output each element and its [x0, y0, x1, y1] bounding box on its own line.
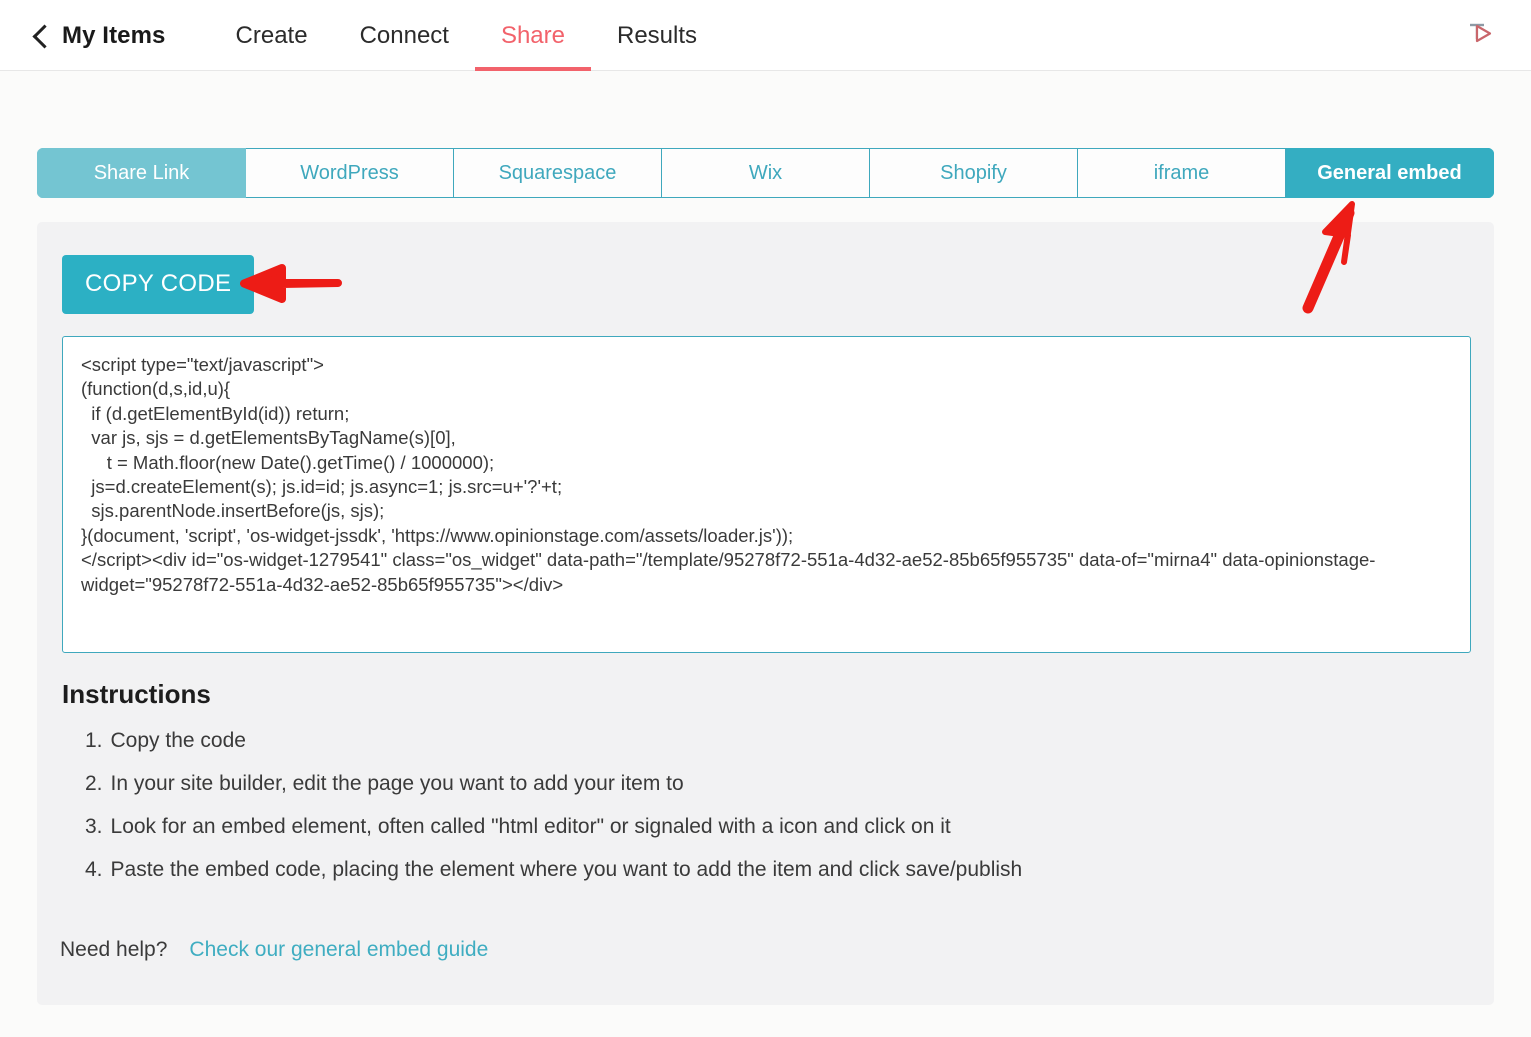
tab-wix[interactable]: Wix: [662, 148, 870, 198]
instruction-step: 4. Paste the embed code, placing the ele…: [85, 859, 1455, 881]
embed-code-text: <script type="text/javascript"> (functio…: [81, 353, 1452, 597]
tab-iframe-label: iframe: [1154, 162, 1210, 185]
help-row: Need help? Check our general embed guide: [60, 938, 488, 962]
tab-general-embed-label: General embed: [1317, 162, 1462, 185]
instruction-step-number: 2.: [85, 773, 103, 795]
instruction-step: 2. In your site builder, edit the page y…: [85, 773, 1455, 795]
instruction-step: 3. Look for an embed element, often call…: [85, 816, 1455, 838]
instruction-step-text: Copy the code: [111, 730, 246, 752]
instruction-step-number: 3.: [85, 816, 103, 838]
pointer-cursor-icon[interactable]: [1463, 17, 1497, 51]
nav-item-create-label: Create: [236, 22, 308, 50]
embed-code-textarea[interactable]: <script type="text/javascript"> (functio…: [62, 336, 1471, 653]
instruction-step-text: Paste the embed code, placing the elemen…: [111, 859, 1023, 881]
tab-general-embed[interactable]: General embed: [1286, 148, 1494, 198]
instructions-list: 1. Copy the code 2. In your site builder…: [85, 730, 1455, 902]
instruction-step: 1. Copy the code: [85, 730, 1455, 752]
nav-item-share[interactable]: Share: [475, 0, 591, 71]
tab-iframe[interactable]: iframe: [1078, 148, 1286, 198]
nav-item-create[interactable]: Create: [210, 0, 334, 71]
general-embed-guide-link[interactable]: Check our general embed guide: [189, 938, 488, 962]
instruction-step-number: 1.: [85, 730, 103, 752]
embed-platform-tabs: Share Link WordPress Squarespace Wix Sho…: [37, 148, 1494, 198]
nav-item-share-label: Share: [501, 22, 565, 50]
primary-navigation: My Items Create Connect Share Results: [36, 0, 723, 71]
copy-code-button[interactable]: COPY CODE: [62, 255, 254, 314]
tab-share-link[interactable]: Share Link: [37, 148, 246, 198]
tab-squarespace-label: Squarespace: [499, 162, 617, 185]
back-to-my-items-link[interactable]: My Items: [36, 22, 210, 50]
instruction-step-text: In your site builder, edit the page you …: [111, 773, 684, 795]
tab-wix-label: Wix: [749, 162, 782, 185]
nav-item-results-label: Results: [617, 22, 697, 50]
nav-item-results[interactable]: Results: [591, 0, 723, 71]
top-header-bar: My Items Create Connect Share Results: [0, 0, 1531, 71]
instruction-step-number: 4.: [85, 859, 103, 881]
help-label: Need help?: [60, 938, 167, 962]
tab-shopify-label: Shopify: [940, 162, 1007, 185]
tab-wordpress-label: WordPress: [300, 162, 399, 185]
nav-item-connect-label: Connect: [360, 22, 449, 50]
embed-content-panel: COPY CODE <script type="text/javascript"…: [37, 222, 1494, 1005]
instructions-heading: Instructions: [62, 679, 211, 710]
back-link-label: My Items: [62, 22, 166, 50]
tab-squarespace[interactable]: Squarespace: [454, 148, 662, 198]
nav-item-connect[interactable]: Connect: [334, 0, 475, 71]
instruction-step-text: Look for an embed element, often called …: [111, 816, 951, 838]
chevron-left-icon: [32, 24, 56, 48]
tab-shopify[interactable]: Shopify: [870, 148, 1078, 198]
tab-wordpress[interactable]: WordPress: [246, 148, 454, 198]
tab-share-link-label: Share Link: [94, 162, 190, 185]
